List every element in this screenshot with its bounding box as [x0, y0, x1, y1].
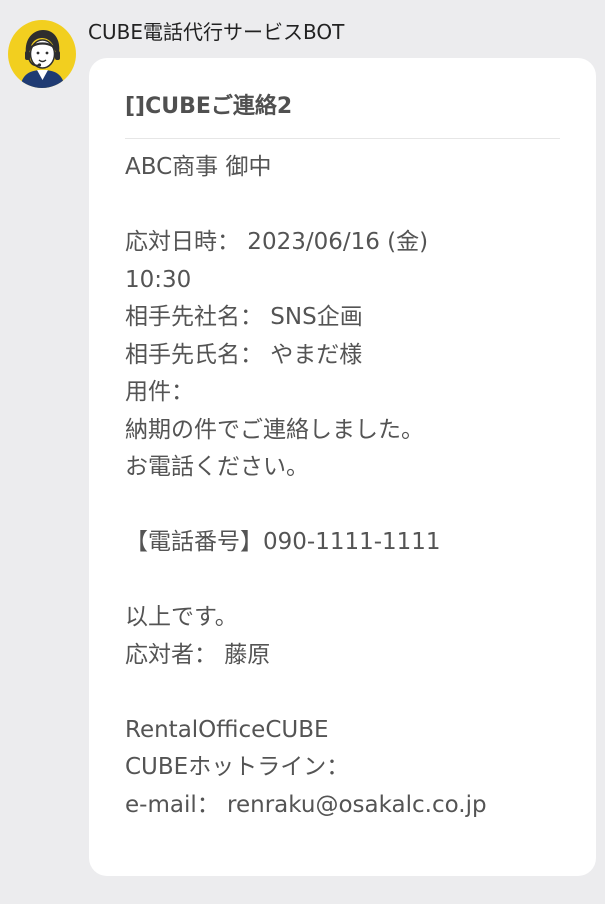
- operator-avatar-icon: [20, 30, 65, 88]
- message-title: []CUBEご連絡2: [125, 90, 560, 139]
- message-line-blank: [125, 674, 560, 712]
- message-line: 相手先氏名： やまだ様: [125, 341, 363, 368]
- message-body: ABC商事 御中 応対日時： 2023/06/16 (金) 10:30 相手先社…: [125, 149, 560, 824]
- message-line-blank: [125, 487, 560, 525]
- message-line: 用件：: [125, 379, 194, 405]
- message-line: 相手先社名： SNS企画: [125, 304, 363, 330]
- message-line: 応対者： 藤原: [125, 641, 271, 668]
- message-line: 以上です。: [125, 604, 238, 630]
- message-line: CUBEホットライン：: [125, 754, 350, 780]
- message-line-blank: [125, 562, 560, 600]
- message-line: ABC商事 御中: [125, 154, 272, 180]
- chat-message: CUBE電話代行サービスBOT []CUBEご連絡2 ABC商事 御中 応対日時…: [0, 0, 605, 904]
- message-bubble[interactable]: []CUBEご連絡2 ABC商事 御中 応対日時： 2023/06/16 (金)…: [89, 58, 596, 876]
- sender-avatar[interactable]: [8, 20, 76, 88]
- message-line: 応対日時： 2023/06/16 (金): [125, 229, 429, 255]
- message-line: RentalOfficeCUBE: [125, 716, 329, 743]
- message-line: お電話ください。: [125, 454, 309, 480]
- message-line: 納期の件でご連絡しました。: [125, 416, 424, 443]
- message-line-blank: [125, 187, 560, 225]
- message-line: 10:30: [125, 266, 192, 293]
- message-line: e-mail： renraku@osakalc.co.jp: [125, 791, 487, 818]
- message-line: 【電話番号】090-1111-1111: [125, 529, 441, 555]
- sender-name: CUBE電話代行サービスBOT: [88, 20, 345, 44]
